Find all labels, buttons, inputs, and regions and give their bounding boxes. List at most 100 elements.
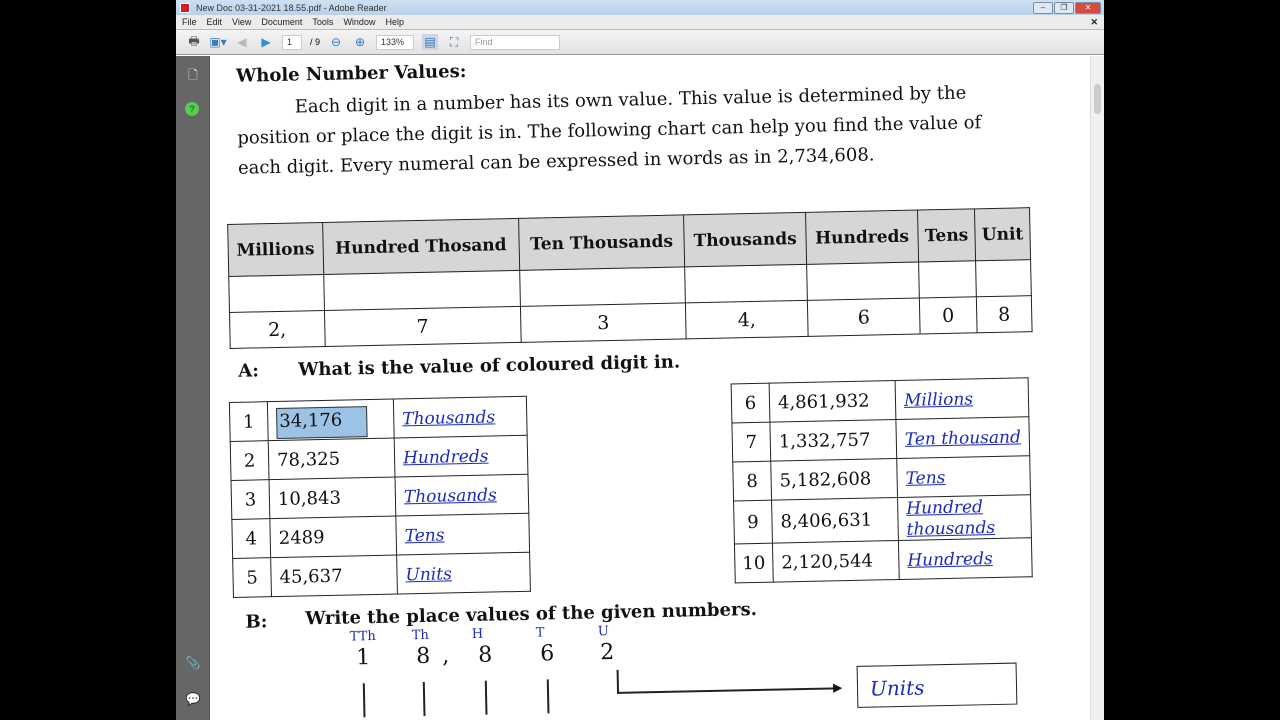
- place-label: U: [597, 624, 609, 640]
- previous-page-icon[interactable]: ◀: [234, 34, 250, 50]
- comments-icon[interactable]: 💬: [185, 692, 201, 708]
- handwritten-answer: Units: [405, 563, 453, 585]
- menu-tools[interactable]: Tools: [312, 17, 333, 27]
- chart-digit: 4,: [685, 300, 809, 339]
- place-label: TTh: [349, 628, 376, 645]
- menu-file[interactable]: File: [182, 17, 197, 27]
- print-icon[interactable]: 🖶: [186, 34, 202, 50]
- toolbar: 🖶 ▣▾ ◀ ▶ 1 / 9 ⊖ ⊕ 133% ▤ ⛶ Find: [176, 30, 1104, 55]
- chart-digit: 0: [919, 296, 978, 335]
- exercise-row: 5 45,637 Units: [232, 552, 531, 598]
- menu-bar: File Edit View Document Tools Window Hel…: [176, 15, 1104, 30]
- pdf-icon: [180, 2, 190, 13]
- find-input[interactable]: Find: [470, 34, 561, 50]
- menu-edit[interactable]: Edit: [207, 17, 223, 27]
- row-number-value: 2489: [269, 516, 397, 558]
- help-icon[interactable]: ?: [185, 102, 199, 116]
- exercise-a-left-table: 1 34,176 Thousands 2 78,325 Hundreds 3 10,…: [229, 396, 531, 598]
- next-page-icon[interactable]: ▶: [258, 34, 274, 50]
- row-number-value: 4,861,932: [769, 380, 896, 423]
- row-number: 5: [232, 557, 272, 598]
- row-number: 6: [731, 383, 770, 423]
- chart-digit: 3: [520, 302, 687, 343]
- row-number-value: 5,182,608: [770, 458, 898, 501]
- connector-line: [546, 679, 550, 714]
- row-number: 8: [732, 461, 772, 501]
- section-b-text: Write the place values of the given numb…: [305, 598, 758, 630]
- handwritten-answer: Thousands: [403, 484, 497, 507]
- restore-button[interactable]: ❐: [1054, 1, 1074, 14]
- handwritten-answer: Hundreds: [907, 548, 993, 571]
- chart-header: Hundreds: [805, 210, 919, 265]
- zoom-in-icon[interactable]: ⊕: [352, 34, 368, 50]
- section-a-label: A:: [238, 360, 260, 382]
- chart-header: Hundred Thosand: [322, 218, 520, 275]
- row-number-value: 8,406,631: [771, 497, 899, 544]
- place-label: T: [535, 625, 545, 641]
- menu-document[interactable]: Document: [261, 17, 302, 27]
- handwritten-answer: Millions: [903, 388, 974, 411]
- row-number: 3: [231, 479, 270, 520]
- row-number-value: 34,176: [267, 399, 395, 441]
- place-label: H: [471, 626, 484, 642]
- place-label: Th: [411, 627, 430, 644]
- fit-page-icon[interactable]: ⛶: [446, 34, 462, 50]
- chart-header: Thousands: [683, 212, 807, 267]
- chart-digit: 7: [324, 306, 522, 347]
- page-total: / 9: [310, 37, 321, 47]
- row-number: 1: [229, 401, 269, 442]
- chart-header: Unit: [974, 207, 1031, 261]
- menu-view[interactable]: View: [232, 17, 251, 27]
- place-value-digit: 8: [415, 643, 431, 670]
- answer-cell: Hundreds: [394, 435, 528, 478]
- answer-cell: Thousands: [394, 474, 529, 517]
- chart-header: Tens: [917, 208, 976, 263]
- row-number: 7: [731, 422, 771, 462]
- title-bar: New Doc 03-31-2021 18.55.pdf - Adobe Rea…: [176, 0, 1104, 15]
- row-number-value: 1,332,757: [769, 419, 897, 462]
- number-value: 8,406,631: [780, 509, 873, 532]
- pages-icon[interactable]: 🗋: [185, 66, 201, 82]
- exercise-row: 4 2489 Tens: [231, 513, 530, 559]
- page-number-input[interactable]: 1: [282, 34, 302, 50]
- section-b-label: B:: [245, 611, 268, 633]
- handwritten-answer: Thousands: [402, 406, 496, 429]
- close-button[interactable]: ✕: [1075, 1, 1101, 14]
- number-value: 34,176: [276, 405, 368, 439]
- place-value-digit: 8: [477, 642, 493, 668]
- handwritten-answer: Ten thousand: [904, 426, 1022, 450]
- menu-help[interactable]: Help: [385, 17, 404, 27]
- number-value: 2,120,544: [781, 550, 874, 573]
- place-value-answer-box: Units: [856, 662, 1018, 708]
- fit-width-icon[interactable]: ▤: [422, 34, 439, 50]
- place-value-chart: Millions Hundred Thosand Ten Thousands T…: [227, 207, 1033, 349]
- chart-digit: 8: [976, 295, 1033, 333]
- exercise-row: 8 5,182,608 Tens: [732, 455, 1031, 501]
- chart-digit: 2,: [229, 310, 325, 349]
- row-number-value: 78,325: [268, 438, 395, 480]
- doc-heading: Whole Number Values:: [235, 60, 467, 87]
- scrollbar-thumb[interactable]: [1094, 84, 1101, 114]
- exercise-row: 9 8,406,631 Hundred thousands: [733, 494, 1032, 544]
- zoom-select[interactable]: 133%: [376, 34, 415, 50]
- answer-units: Units: [869, 675, 925, 701]
- share-icon[interactable]: ▣▾: [209, 34, 226, 50]
- connector-line: [484, 680, 488, 715]
- row-number: 10: [734, 543, 774, 583]
- answer-cell: Thousands: [393, 396, 528, 439]
- place-value-digit: ,: [441, 643, 450, 669]
- close-document-icon[interactable]: ✕: [1090, 17, 1098, 28]
- connector-line: [362, 683, 366, 718]
- minimize-button[interactable]: –: [1033, 1, 1053, 14]
- vertical-scrollbar[interactable]: [1090, 56, 1104, 720]
- handwritten-answer: Hundred thousands: [906, 497, 996, 540]
- attachments-icon[interactable]: 📎: [185, 656, 201, 672]
- exercise-row: 1 34,176 Thousands: [229, 396, 528, 442]
- answer-cell: Hundred thousands: [897, 494, 1032, 541]
- navigation-sidebar: 🗋 ? 📎 💬: [176, 56, 210, 720]
- exercise-a-right-table: 6 4,861,932 Millions 7 1,332,757 Ten thou…: [731, 377, 1033, 583]
- menu-window[interactable]: Window: [343, 17, 375, 27]
- zoom-out-icon[interactable]: ⊖: [328, 34, 344, 50]
- row-number: 2: [230, 440, 270, 481]
- exercise-row: 6 4,861,932 Millions: [731, 377, 1029, 423]
